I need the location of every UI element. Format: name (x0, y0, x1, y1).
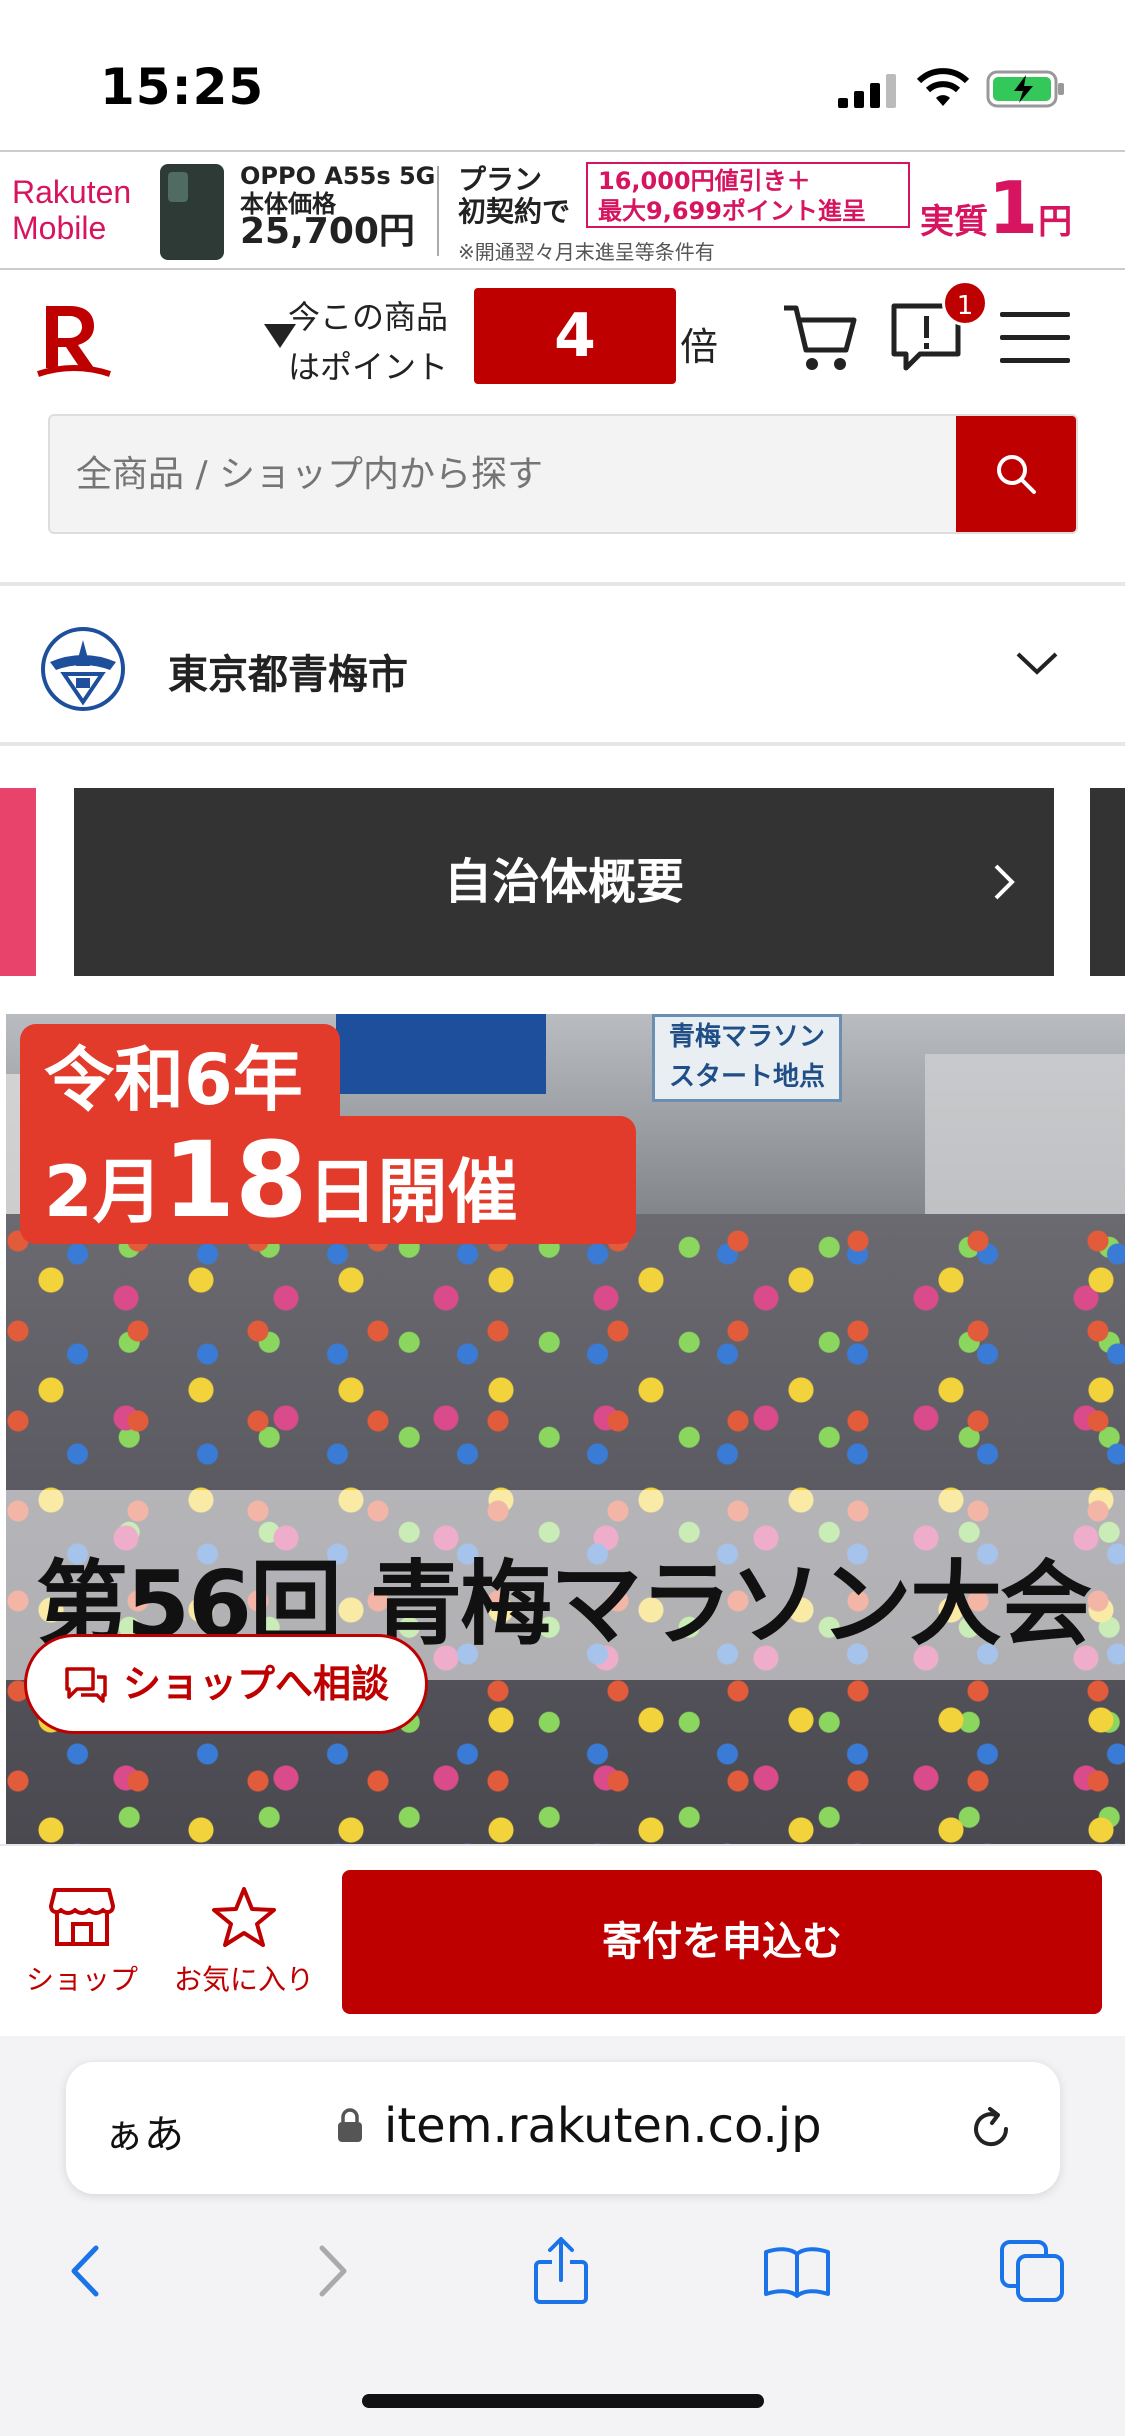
site-header: 今この商品 はポイント 4 倍 1 (0, 272, 1125, 402)
ad-brand: Rakuten Mobile (12, 174, 132, 246)
shop-button[interactable]: ショップ (12, 1886, 152, 1998)
search-icon (997, 455, 1036, 494)
share-icon[interactable] (526, 2236, 596, 2306)
browser-toolbar: ぁあ item.rakuten.co.jp (0, 2036, 1125, 2436)
chat-bubble-icon (65, 1667, 107, 1703)
municipality-name: 東京都青梅市 (168, 652, 408, 698)
ad-model-info: OPPO A55s 5G 本体価格 25,700円 (240, 162, 436, 252)
notification-badge: 1 (942, 280, 988, 326)
cellular-signal-icon (838, 74, 896, 108)
phone-image (160, 164, 224, 260)
status-time: 15:25 (100, 58, 265, 116)
hero-start-sign: 青梅マラソン スタート地点 (652, 1014, 842, 1102)
carousel-slide-label: 自治体概要 (443, 854, 684, 910)
donate-button[interactable]: 寄付を申込む (342, 1870, 1102, 2014)
chevron-right-icon (994, 864, 1015, 900)
ad-effective-price: 実質1円 (920, 166, 1073, 250)
address-bar[interactable]: ぁあ item.rakuten.co.jp (66, 2062, 1060, 2194)
points-text: 今この商品 はポイント (288, 298, 449, 386)
ad-offer-box: 16,000円値引き＋ 最大9,699ポイント進呈 (586, 162, 910, 228)
points-suffix: 倍 (680, 325, 719, 369)
shop-icon (49, 1888, 115, 1946)
battery-charging-icon (986, 70, 1064, 108)
status-bar: 15:25 (0, 0, 1125, 150)
carousel-slide-overview[interactable]: 自治体概要 (74, 788, 1054, 976)
home-indicator[interactable] (362, 2394, 764, 2408)
ad-plan-text: プラン 初契約で (458, 163, 571, 228)
favorite-button[interactable]: お気に入り (164, 1886, 324, 1998)
ad-note: ※開通翌々月末進呈等条件有 (458, 240, 715, 264)
back-icon[interactable] (52, 2236, 122, 2306)
carousel-next-slide[interactable] (1090, 788, 1125, 976)
hero-date-badge: 令和6年 2月18日開催 (20, 1024, 636, 1244)
shop-label: ショップ (25, 1963, 138, 1996)
consult-shop-label: ショップへ相談 (123, 1662, 390, 1706)
bookmarks-icon[interactable] (762, 2236, 832, 2306)
search-bar (48, 414, 1078, 534)
rakuten-logo-icon[interactable] (36, 302, 112, 382)
wifi-icon (916, 68, 970, 106)
municipality-row[interactable]: 東京都青梅市 (0, 586, 1125, 746)
carousel-prev-slide[interactable] (0, 788, 36, 976)
forward-icon[interactable] (296, 2236, 366, 2306)
menu-icon[interactable] (1000, 312, 1070, 368)
search-input[interactable] (50, 416, 958, 532)
search-button[interactable] (956, 416, 1076, 532)
star-icon (212, 1887, 276, 1947)
consult-shop-button[interactable]: ショップへ相談 (24, 1634, 428, 1734)
url-text: item.rakuten.co.jp (384, 2098, 822, 2154)
points-multiplier: 4 (474, 288, 676, 384)
reload-icon[interactable] (966, 2104, 1016, 2154)
promo-banner[interactable]: Rakuten Mobile OPPO A55s 5G 本体価格 25,700円… (0, 150, 1125, 270)
ad-separator (437, 166, 439, 256)
hero-date-day: 2月18日開催 (20, 1116, 636, 1244)
tabs-icon[interactable] (998, 2236, 1068, 2306)
city-emblem-icon (41, 627, 125, 711)
text-size-button[interactable]: ぁあ (104, 2102, 184, 2160)
lock-icon (338, 2108, 362, 2142)
cart-icon[interactable] (780, 296, 860, 376)
bottom-action-bar: ショップ お気に入り 寄付を申込む (0, 1844, 1125, 2036)
chevron-down-icon[interactable] (1014, 646, 1060, 682)
favorite-label: お気に入り (173, 1963, 314, 1996)
